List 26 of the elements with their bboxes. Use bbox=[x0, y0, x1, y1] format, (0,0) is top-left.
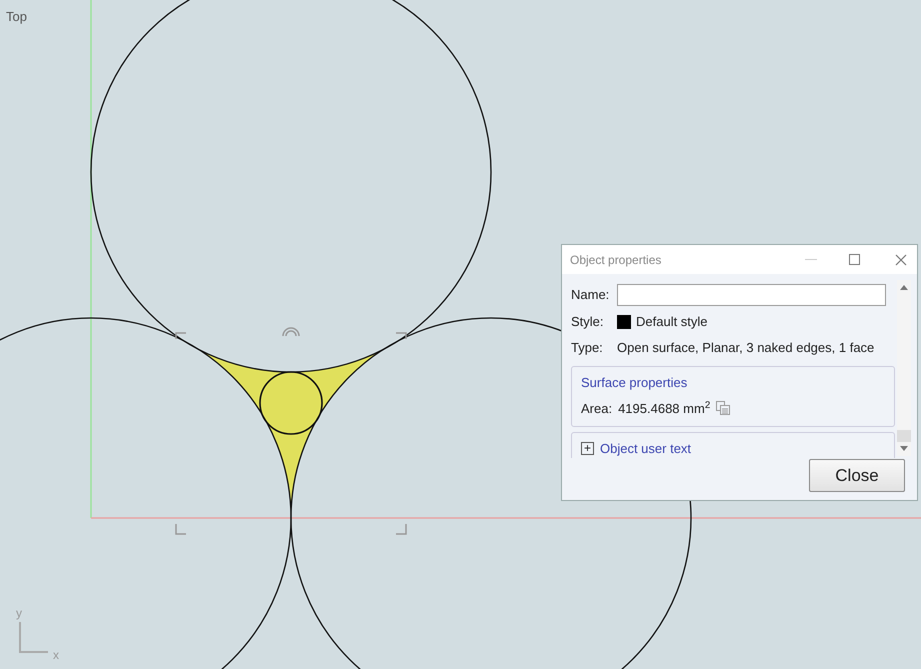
area-value: 4195.4688 mm$^{2}$ bbox=[618, 398, 710, 418]
viewport-label: Top bbox=[6, 8, 27, 26]
close-button[interactable]: Close bbox=[809, 459, 905, 492]
close-icon[interactable] bbox=[895, 254, 907, 266]
maximize-icon[interactable] bbox=[849, 254, 860, 265]
scrollbar[interactable] bbox=[897, 280, 911, 456]
field-label: Name: bbox=[571, 286, 610, 304]
field-label: Style: bbox=[571, 313, 605, 331]
field-label: Type: bbox=[571, 338, 604, 357]
axis-icon bbox=[19, 622, 48, 653]
style-swatch[interactable] bbox=[617, 314, 631, 329]
axis-label: x bbox=[53, 647, 59, 664]
expand-toggle[interactable]: + bbox=[581, 442, 594, 456]
type-value: Open surface, Planar, 3 naked edges, 1 face bbox=[617, 338, 874, 357]
copy-icon[interactable] bbox=[716, 401, 730, 416]
scroll-down-icon[interactable] bbox=[900, 446, 908, 452]
scroll-thumb[interactable] bbox=[897, 430, 911, 442]
scroll-up-icon[interactable] bbox=[900, 284, 908, 290]
area-label: Area: bbox=[581, 400, 612, 418]
section-title[interactable]: Surface properties bbox=[581, 373, 688, 392]
axis-label: y bbox=[16, 605, 22, 622]
dialog-title: Object properties bbox=[570, 252, 662, 268]
name-input-field[interactable] bbox=[617, 284, 886, 306]
style-value: Default style bbox=[636, 313, 708, 331]
section-title[interactable]: Object user text bbox=[600, 439, 692, 458]
inner-circle bbox=[259, 371, 323, 435]
